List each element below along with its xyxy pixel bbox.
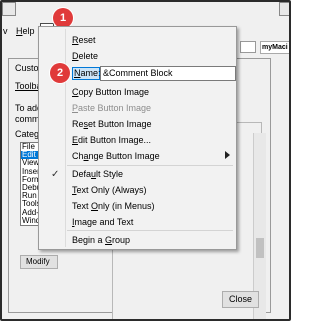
menu-item-text-only-always[interactable]: Text Only (Always) [72,185,147,195]
menu-item-edit-button-image[interactable]: Edit Button Image... [72,135,151,145]
menu-separator [67,230,233,231]
checkmark-icon: ✓ [51,169,60,180]
menu-help[interactable]: Help [16,26,35,36]
window-control-icon[interactable] [279,2,289,16]
title-strip [2,2,289,22]
modify-selection-button[interactable]: Modify [20,255,58,269]
window-control-icon[interactable] [2,2,16,16]
name-input[interactable]: &Comment Block [100,66,236,81]
menu-item-image-and-text[interactable]: Image and Text [72,217,133,227]
toolbar-dropdown[interactable] [240,41,256,53]
menu-item-reset-button-image[interactable]: Reset Button Image [72,119,152,129]
menu-item-reset[interactable]: Reset [72,35,96,45]
menu-item-copy-button-image[interactable]: Copy Button Image [72,87,149,97]
menu-item-change-button-image[interactable]: Change Button Image [72,151,160,161]
menu-separator [67,165,233,166]
menu-item-begin-group[interactable]: Begin a Group [72,235,130,245]
scrollbar-thumb[interactable] [256,238,264,258]
menu-view-partial[interactable]: v [3,26,8,36]
menu-item-paste-button-image[interactable]: Paste Button Image [72,103,151,113]
submenu-arrow-icon [225,151,230,159]
name-label: Name: [72,67,101,80]
menu-item-default-style[interactable]: Default Style [72,169,123,179]
vbe-window: v Help 1 myMaci Customi Toolbars To add … [0,0,291,321]
macro-name-box[interactable]: myMaci [260,41,289,54]
menu-item-text-only-menus[interactable]: Text Only (in Menus) [72,201,155,211]
step-marker-2: 2 [50,63,70,83]
close-button[interactable]: Close [222,291,259,308]
button-context-menu: Reset Delete Name: &Comment Block Copy B… [38,26,237,250]
menu-item-name: Name: &Comment Block [72,66,236,82]
menu-gutter [65,29,66,247]
menu-item-delete[interactable]: Delete [72,51,98,61]
step-marker-1: 1 [53,8,73,28]
